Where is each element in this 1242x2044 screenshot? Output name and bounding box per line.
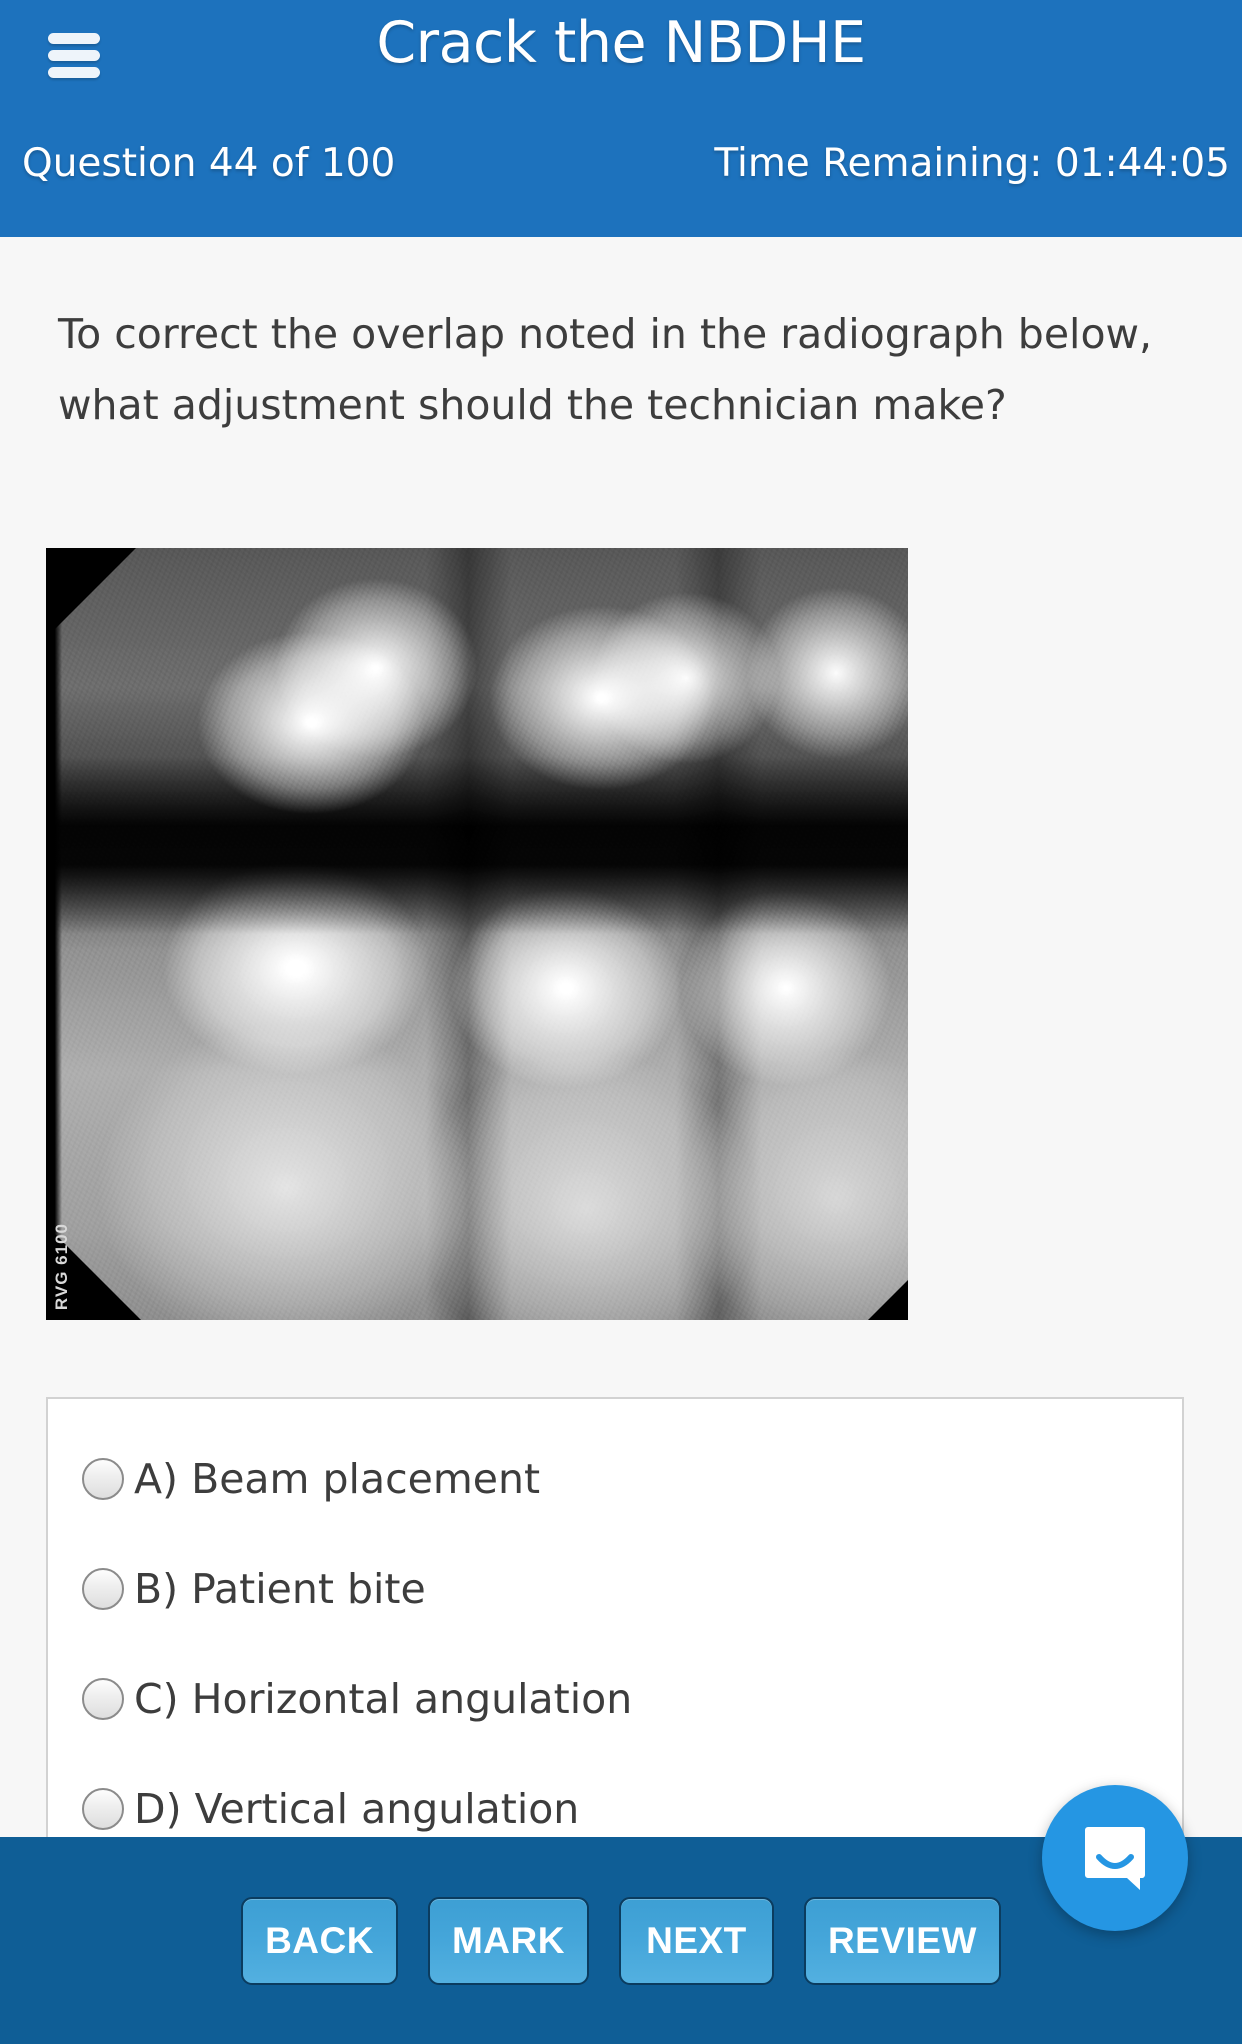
radio-button-c[interactable] [82, 1678, 124, 1720]
chat-bubble-glyph [1085, 1827, 1145, 1890]
answer-option-a[interactable]: A) Beam placement [48, 1439, 1182, 1519]
question-text: To correct the overlap noted in the radi… [58, 310, 1153, 429]
radio-button-a[interactable] [82, 1458, 124, 1500]
radio-button-d[interactable] [82, 1788, 124, 1830]
answer-label-a: A) Beam placement [134, 1455, 541, 1503]
question-content-area: To correct the overlap noted in the radi… [0, 237, 1242, 1837]
header-top-row: Crack the NBDHE [0, 0, 1242, 125]
radiograph-corner-top-left [46, 548, 136, 638]
time-remaining: Time Remaining: 01:44:05 [714, 141, 1230, 186]
app-title: Crack the NBDHE [376, 10, 866, 76]
mark-button[interactable]: MARK [427, 1897, 589, 1985]
answer-label-b: B) Patient bite [134, 1565, 426, 1613]
footer-button-group: BACK MARK NEXT REVIEW [0, 1897, 1242, 1985]
next-button[interactable]: NEXT [618, 1897, 774, 1985]
radiograph-corner-bottom-right [868, 1280, 908, 1320]
review-button[interactable]: REVIEW [803, 1897, 1001, 1985]
answer-label-d: D) Vertical angulation [134, 1785, 580, 1833]
app-header: Crack the NBDHE Question 44 of 100 Time … [0, 0, 1242, 237]
radio-button-b[interactable] [82, 1568, 124, 1610]
header-status-row: Question 44 of 100 Time Remaining: 01:44… [0, 125, 1242, 237]
back-button[interactable]: BACK [241, 1897, 398, 1985]
chat-bubble-icon[interactable] [1042, 1785, 1188, 1931]
radiograph-image[interactable]: RVG 6100 [46, 548, 908, 1320]
radiograph-left-edge [46, 548, 62, 1320]
answer-options-card: A) Beam placement B) Patient bite C) Hor… [46, 1397, 1184, 1837]
answer-option-d[interactable]: D) Vertical angulation [48, 1769, 1182, 1837]
answer-label-c: C) Horizontal angulation [134, 1675, 633, 1723]
answer-option-b[interactable]: B) Patient bite [48, 1549, 1182, 1629]
radiograph-grain-layer [46, 548, 908, 1320]
answer-option-c[interactable]: C) Horizontal angulation [48, 1659, 1182, 1739]
radiograph-watermark: RVG 6100 [52, 1222, 71, 1310]
question-counter: Question 44 of 100 [22, 141, 396, 186]
